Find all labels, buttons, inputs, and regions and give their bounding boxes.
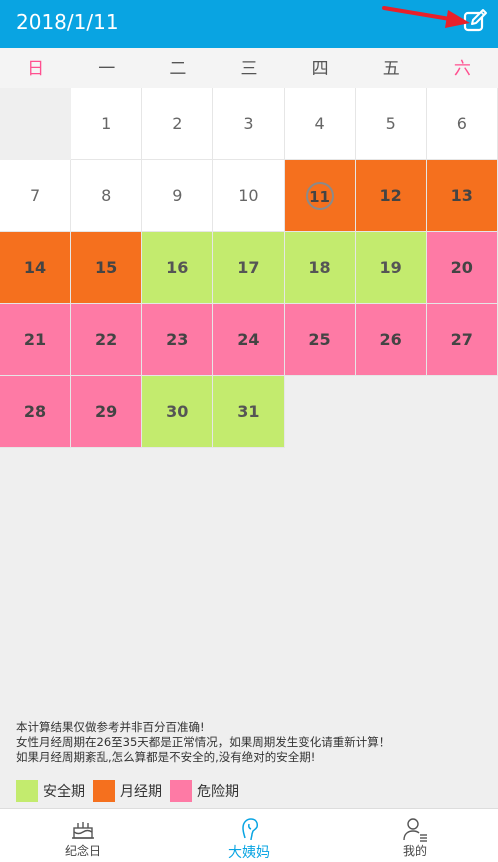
calendar-day-number: 1 (101, 114, 112, 133)
cake-icon (72, 822, 94, 839)
disclaimer-notes: 本计算结果仅做参考并非百分百准确! 女性月经周期在26至35天都是正常情况，如果… (16, 720, 486, 765)
legend-label: 危险期 (197, 784, 239, 800)
legend-period: 月经期 (93, 780, 162, 802)
calendar-day-number: 12 (379, 186, 402, 205)
calendar-day[interactable]: 30 (142, 376, 214, 448)
calendar-day[interactable]: 16 (142, 232, 214, 304)
calendar-day[interactable]: 18 (284, 232, 356, 304)
annotation-arrow-icon (382, 6, 470, 28)
calendar-day[interactable]: 25 (284, 304, 356, 376)
female-profile-icon (242, 818, 258, 841)
weekday-wed: 三 (240, 59, 258, 79)
tab-period[interactable]: 大姨妈 (166, 809, 332, 862)
weekday-fri: 五 (382, 59, 400, 79)
calendar-day-number: 18 (308, 258, 331, 277)
calendar-day-number: 23 (166, 330, 189, 349)
calendar-day-number: 27 (450, 330, 473, 349)
calendar-day-number: 6 (456, 114, 467, 133)
calendar-day-number: 31 (237, 402, 260, 421)
calendar-day-today[interactable]: 11 (284, 160, 356, 232)
app-header: 2018/1/11 (0, 0, 498, 48)
current-date-title: 2018/1/11 (16, 10, 119, 34)
calendar-day-number: 5 (385, 114, 396, 133)
calendar-day[interactable]: 27 (426, 304, 498, 376)
calendar-day[interactable]: 4 (284, 88, 356, 160)
calendar-day[interactable]: 9 (142, 160, 214, 232)
legend: 安全期 月经期 危险期 (16, 780, 247, 802)
calendar-day[interactable]: 29 (71, 376, 143, 448)
tab-label: 我的 (402, 844, 427, 858)
calendar-day-number: 19 (379, 258, 402, 277)
calendar-day-number: 9 (172, 186, 183, 205)
legend-safe: 安全期 (16, 780, 85, 802)
calendar-day-number: 14 (23, 258, 47, 277)
calendar-day[interactable]: 31 (213, 376, 285, 448)
calendar-day[interactable]: 28 (0, 376, 72, 448)
calendar-day-number: 15 (95, 258, 118, 277)
calendar-day[interactable]: 12 (355, 160, 427, 232)
calendar-day-number: 22 (95, 330, 118, 349)
weekday-sun: 日 (27, 59, 45, 79)
calendar-day[interactable]: 1 (71, 88, 143, 160)
calendar-day-number: 13 (450, 186, 473, 205)
calendar-day-number: 4 (314, 114, 325, 133)
legend-danger: 危险期 (170, 780, 239, 802)
note-line: 女性月经周期在26至35天都是正常情况，如果周期发生变化请重新计算！ (16, 735, 391, 749)
calendar-day-number: 20 (450, 258, 473, 277)
calendar-empty-cell (0, 88, 71, 160)
calendar-day-number: 16 (166, 258, 189, 277)
calendar-day[interactable]: 6 (426, 88, 498, 160)
calendar-day-number: 26 (379, 330, 402, 349)
calendar-day-number: 11 (305, 181, 334, 210)
weekday-sat: 六 (453, 59, 471, 79)
calendar-day-number: 3 (243, 114, 254, 133)
calendar-day[interactable]: 10 (213, 160, 285, 232)
calendar-day[interactable]: 14 (0, 232, 72, 304)
calendar-day-number: 30 (166, 402, 189, 421)
legend-swatch-period (93, 780, 115, 802)
calendar-day-number: 7 (29, 186, 41, 205)
calendar-day[interactable]: 3 (213, 88, 285, 160)
tab-label: 大姨妈 (228, 845, 270, 861)
calendar-day[interactable]: 17 (213, 232, 285, 304)
bottom-tab-bar: 纪念日 大姨妈 我的 (0, 808, 498, 862)
legend-swatch-danger (170, 780, 192, 802)
calendar-day[interactable]: 15 (71, 232, 143, 304)
calendar-day[interactable]: 2 (142, 88, 214, 160)
calendar-day-number: 2 (172, 114, 183, 133)
note-line: 如果月经周期紊乱,怎么算都是不安全的,没有绝对的安全期! (16, 750, 316, 764)
calendar-day[interactable]: 13 (426, 160, 498, 232)
tab-label: 纪念日 (64, 844, 101, 858)
calendar-day[interactable]: 24 (213, 304, 285, 376)
calendar-day[interactable]: 26 (355, 304, 427, 376)
weekday-tue: 二 (169, 59, 187, 79)
calendar-grid: 1 2 3 4 5 6 7 8 9 10 11 12 13 14 15 16 17 18 19 20 21 22 23 24 2… (0, 88, 498, 448)
tab-anniversary[interactable]: 纪念日 (0, 809, 166, 862)
calendar-day-number: 28 (23, 402, 47, 421)
note-line: 本计算结果仅做参考并非百分百准确! (16, 720, 205, 734)
calendar-day-number: 24 (237, 330, 260, 349)
calendar-day[interactable]: 20 (426, 232, 498, 304)
calendar-day[interactable]: 7 (0, 160, 72, 232)
legend-label: 安全期 (43, 784, 85, 800)
calendar-day[interactable]: 22 (71, 304, 143, 376)
weekday-header: 日 一 二 三 四 五 六 (0, 48, 498, 88)
tab-mine[interactable]: 我的 (332, 809, 498, 862)
weekday-thu: 四 (311, 59, 329, 79)
calendar-day[interactable]: 23 (142, 304, 214, 376)
calendar-day-number: 10 (238, 186, 259, 205)
calendar-day[interactable]: 5 (355, 88, 427, 160)
calendar-day-number: 25 (308, 330, 331, 349)
legend-label: 月经期 (120, 784, 162, 800)
weekday-mon: 一 (98, 59, 116, 79)
calendar-day-number: 8 (101, 186, 112, 205)
calendar-day-number: 17 (237, 258, 260, 277)
calendar-day-number: 21 (23, 330, 47, 349)
calendar-day[interactable]: 8 (71, 160, 143, 232)
calendar-day[interactable]: 21 (0, 304, 72, 376)
calendar-day-number: 29 (95, 402, 118, 421)
legend-swatch-safe (16, 780, 38, 802)
calendar-day[interactable]: 19 (355, 232, 427, 304)
user-list-icon (403, 818, 427, 842)
